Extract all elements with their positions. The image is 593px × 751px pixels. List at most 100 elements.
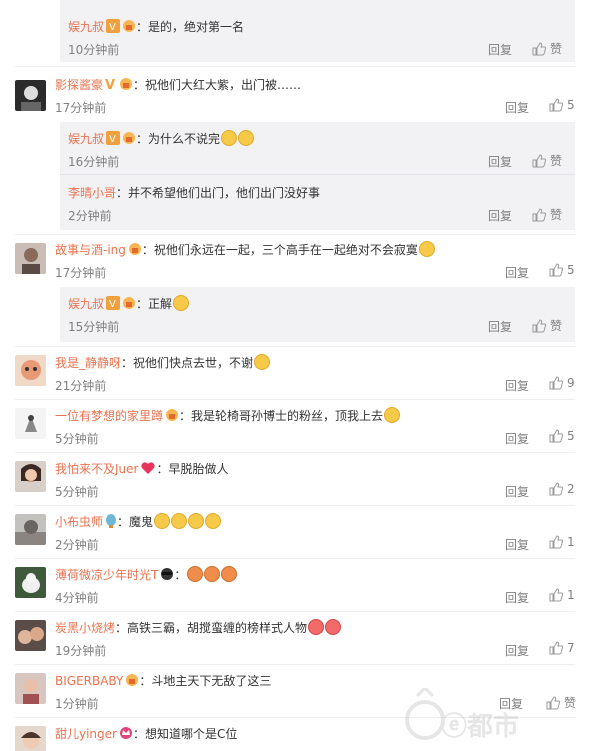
crown-icon	[119, 726, 133, 743]
comment-text: ：祝他们永远在一起，三个高手在一起绝对不会寂寞	[141, 243, 418, 257]
username-link[interactable]: 影探酱豪	[55, 78, 103, 92]
username-link[interactable]: 我怕来不及Juer	[55, 462, 138, 476]
comment-text: ：正解	[136, 297, 173, 311]
avatar[interactable]	[15, 355, 46, 386]
username-link[interactable]: 小布虫师	[55, 515, 103, 529]
comment-text: ：	[174, 568, 187, 582]
like-button[interactable]: 赞	[532, 40, 562, 57]
thumb-up-icon	[549, 641, 563, 655]
svg-text:V: V	[105, 78, 115, 91]
divider	[15, 399, 575, 400]
divider	[15, 558, 575, 559]
username-link[interactable]: 薄荷微凉少年时光T	[55, 568, 158, 582]
like-button[interactable]: 5	[549, 263, 575, 277]
comment-text: ：祝他们大红大紫，出门被……	[133, 78, 302, 92]
username-link[interactable]: 娱九叔	[68, 132, 104, 146]
thumb-up-icon	[532, 153, 546, 167]
username-link[interactable]: BIGERBABY	[55, 674, 123, 688]
comment-text: ：高铁三霸，胡搅蛮缠的榜样式人物	[115, 621, 308, 635]
like-count: 赞	[550, 208, 563, 222]
avatar[interactable]	[15, 726, 46, 751]
username-link[interactable]: 一位有梦想的家里蹲	[55, 409, 163, 423]
avatar[interactable]	[15, 408, 46, 439]
divider	[15, 346, 575, 347]
emoji-icon	[325, 619, 342, 635]
emoji-icon	[418, 241, 435, 257]
avatar[interactable]	[15, 461, 46, 492]
like-button[interactable]: 2	[549, 482, 575, 496]
like-button[interactable]: 赞	[532, 206, 562, 223]
timestamp: 16分钟前	[68, 155, 120, 169]
reply-button[interactable]: 回复	[505, 642, 529, 659]
like-button[interactable]: 赞	[532, 152, 562, 169]
avatar[interactable]	[15, 620, 46, 651]
like-button[interactable]: 7	[549, 641, 575, 655]
avatar[interactable]	[15, 243, 46, 274]
thumb-up-icon	[532, 318, 546, 332]
thumb-up-icon	[549, 482, 563, 496]
username-link[interactable]: 甜儿yinger	[55, 727, 117, 741]
like-count: 5	[567, 263, 575, 277]
reply-button[interactable]: 回复	[488, 153, 512, 170]
username-link[interactable]: 炭黑小烧烤	[55, 621, 115, 635]
member-icon	[165, 408, 179, 425]
like-button[interactable]: 5	[549, 98, 575, 112]
emoji-icon	[154, 513, 171, 529]
comment-text: ：为什么不说完	[136, 132, 221, 146]
reply-button[interactable]: 回复	[505, 377, 529, 394]
reply-button[interactable]: 回复	[505, 536, 529, 553]
reply-button[interactable]: 回复	[505, 483, 529, 500]
timestamp: 5分钟前	[55, 432, 99, 446]
like-button[interactable]: 1	[549, 535, 575, 549]
username-link[interactable]: 娱九叔	[68, 20, 104, 34]
reply-button[interactable]: 回复	[488, 207, 512, 224]
like-button[interactable]: 赞	[532, 317, 562, 334]
thumb-up-icon	[549, 376, 563, 390]
emoji-icon	[188, 513, 205, 529]
emoji-icon	[221, 130, 238, 146]
timestamp: 21分钟前	[55, 379, 107, 393]
thumb-up-icon	[549, 535, 563, 549]
emoji-icon	[254, 354, 271, 370]
like-count: 5	[567, 98, 575, 112]
balloon-icon	[105, 514, 117, 531]
avatar[interactable]	[15, 567, 46, 598]
reply-button[interactable]: 回复	[505, 264, 529, 281]
comment-text: ：并不希望他们出门，他们出门没好事	[116, 186, 321, 200]
comment-text: ：祝他们快点去世，不谢	[121, 356, 254, 370]
comment-text: ：是的，绝对第一名	[136, 20, 245, 34]
svg-text:V: V	[109, 134, 116, 145]
avatar[interactable]	[15, 514, 46, 545]
avatar[interactable]	[15, 80, 46, 111]
timestamp: 17分钟前	[55, 101, 107, 115]
comment-text: ：我是轮椅哥孙博士的粉丝，顶我上去	[179, 409, 384, 423]
emoji-icon	[173, 295, 190, 311]
like-button[interactable]: 9	[549, 376, 575, 390]
emoji-icon	[384, 407, 401, 423]
like-button[interactable]: 1	[549, 588, 575, 602]
username-link[interactable]: 我是_静静呀	[55, 356, 121, 370]
emoji-icon	[308, 619, 325, 635]
reply-button[interactable]: 回复	[505, 430, 529, 447]
like-count: 1	[567, 535, 575, 549]
reply-button[interactable]: 回复	[505, 589, 529, 606]
thumb-up-icon	[532, 207, 546, 221]
like-button[interactable]: 5	[549, 429, 575, 443]
divider	[15, 66, 575, 67]
member-icon	[122, 19, 136, 36]
username-link[interactable]: 李晴小哥	[68, 186, 116, 200]
username-link[interactable]: 故事与酒-ing	[55, 243, 126, 257]
timestamp: 2分钟前	[55, 538, 99, 552]
username-link[interactable]: 娱九叔	[68, 297, 104, 311]
svg-text:V: V	[109, 22, 116, 33]
verified-v-icon: V	[106, 131, 121, 148]
divider	[15, 664, 575, 665]
reply-button[interactable]: 回复	[488, 41, 512, 58]
member-icon	[128, 242, 142, 259]
avatar[interactable]	[15, 673, 46, 704]
thumb-up-icon	[549, 429, 563, 443]
reply-button[interactable]: 回复	[488, 318, 512, 335]
member-icon	[125, 673, 139, 690]
member-icon	[119, 77, 133, 94]
reply-button[interactable]: 回复	[505, 99, 529, 116]
